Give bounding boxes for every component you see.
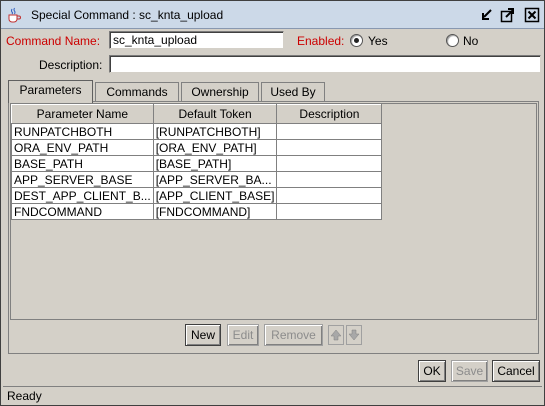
table-row[interactable]: ORA_ENV_PATH [ORA_ENV_PATH]	[11, 139, 383, 156]
radio-selected-dot	[354, 38, 359, 43]
status-text: Ready	[7, 389, 42, 403]
cell-parameter-name[interactable]: ORA_ENV_PATH	[11, 139, 154, 156]
cell-parameter-name[interactable]: BASE_PATH	[11, 155, 154, 172]
special-command-window: Special Command : sc_knta_upload Command…	[0, 0, 545, 406]
move-up-button[interactable]	[328, 325, 344, 345]
table-row[interactable]: RUNPATCHBOTH [RUNPATCHBOTH]	[11, 123, 383, 140]
tab-commands[interactable]: Commands	[95, 82, 179, 102]
ok-button[interactable]: OK	[418, 360, 446, 382]
parameters-table: Parameter Name Default Token Description…	[11, 104, 383, 220]
cell-default-token[interactable]: [RUNPATCHBOTH]	[152, 123, 278, 140]
minimize-icon[interactable]	[479, 7, 495, 23]
cell-default-token[interactable]: [APP_SERVER_BA...	[152, 171, 278, 188]
save-button[interactable]: Save	[451, 360, 488, 382]
description-label: Description:	[39, 58, 103, 72]
enabled-no-radio[interactable]	[446, 34, 459, 47]
parameters-panel: Parameter Name Default Token Description…	[8, 101, 539, 354]
edit-button[interactable]: Edit	[227, 324, 259, 346]
cell-description[interactable]	[276, 155, 383, 172]
cancel-button[interactable]: Cancel	[492, 360, 540, 382]
cell-default-token[interactable]: [APP_CLIENT_BASE]	[152, 187, 278, 204]
cell-parameter-name[interactable]: FNDCOMMAND	[11, 203, 154, 220]
cell-description[interactable]	[276, 123, 383, 140]
cell-parameter-name[interactable]: RUNPATCHBOTH	[11, 123, 154, 140]
cell-default-token[interactable]: [FNDCOMMAND]	[152, 203, 278, 220]
window-title: Special Command : sc_knta_upload	[31, 8, 224, 22]
new-button[interactable]: New	[185, 324, 221, 346]
enabled-yes-radio[interactable]	[350, 34, 363, 47]
arrow-down-icon	[348, 329, 360, 341]
command-name-input[interactable]	[109, 31, 284, 49]
column-header-description[interactable]: Description	[276, 104, 383, 124]
command-name-label: Command Name:	[6, 34, 101, 48]
enabled-yes-label: Yes	[368, 34, 388, 48]
tab-ownership[interactable]: Ownership	[181, 82, 259, 102]
move-down-button[interactable]	[346, 325, 362, 345]
remove-button[interactable]: Remove	[264, 324, 323, 346]
cell-parameter-name[interactable]: DEST_APP_CLIENT_B...	[11, 187, 154, 204]
title-bar[interactable]: Special Command : sc_knta_upload	[1, 1, 544, 29]
tab-used-by[interactable]: Used By	[261, 82, 325, 102]
cell-description[interactable]	[276, 171, 383, 188]
status-bar: Ready	[3, 386, 542, 404]
cell-parameter-name[interactable]: APP_SERVER_BASE	[11, 171, 154, 188]
cell-default-token[interactable]: [ORA_ENV_PATH]	[152, 139, 278, 156]
table-header-row: Parameter Name Default Token Description	[11, 104, 383, 124]
enabled-no-label: No	[463, 34, 479, 48]
column-header-default-token[interactable]: Default Token	[152, 104, 278, 124]
table-row[interactable]: DEST_APP_CLIENT_B... [APP_CLIENT_BASE]	[11, 187, 383, 204]
table-row[interactable]: FNDCOMMAND [FNDCOMMAND]	[11, 203, 383, 220]
description-input[interactable]	[109, 55, 541, 73]
column-header-parameter-name[interactable]: Parameter Name	[11, 104, 154, 124]
parameters-table-area: Parameter Name Default Token Description…	[10, 103, 537, 320]
cell-description[interactable]	[276, 187, 383, 204]
table-row[interactable]: BASE_PATH [BASE_PATH]	[11, 155, 383, 172]
java-cup-icon	[6, 7, 22, 23]
enabled-label: Enabled:	[297, 34, 345, 48]
cell-description[interactable]	[276, 203, 383, 220]
cell-default-token[interactable]: [BASE_PATH]	[152, 155, 278, 172]
table-row[interactable]: APP_SERVER_BASE [APP_SERVER_BA...	[11, 171, 383, 188]
close-icon[interactable]	[524, 7, 540, 23]
cell-description[interactable]	[276, 139, 383, 156]
maximize-icon[interactable]	[499, 7, 515, 23]
tab-parameters[interactable]: Parameters	[8, 80, 93, 103]
arrow-up-icon	[330, 329, 342, 341]
